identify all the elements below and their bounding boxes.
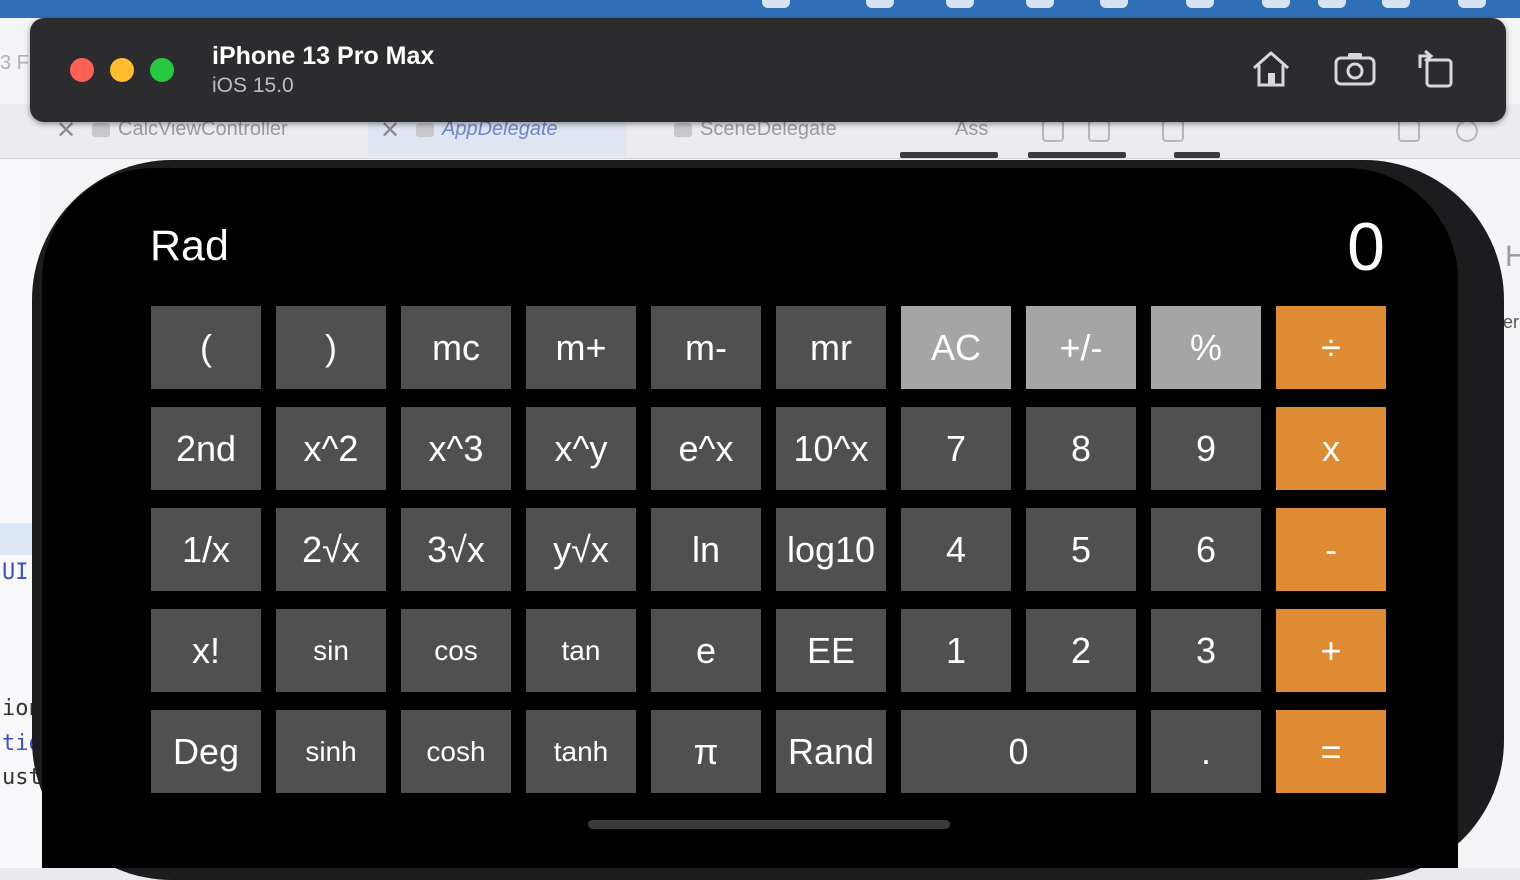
swift-file-icon [416,122,434,137]
os-version: iOS 15.0 [212,74,294,97]
menu-extra-icon[interactable] [1026,0,1054,8]
window-zoom-button[interactable] [150,58,174,82]
key-memory-recall[interactable]: mr [776,306,886,389]
key-cosh[interactable]: cosh [401,710,511,793]
xcode-partial-tab: 3 F [0,52,29,74]
key-digit-2[interactable]: 2 [1026,609,1136,692]
file-inspector-icon[interactable] [1398,120,1420,142]
key-natural-log[interactable]: ln [651,508,761,591]
calculator-display: 0 [1347,209,1385,285]
inspector-fragment: er [1503,312,1520,332]
menu-extra-icon[interactable] [1262,0,1290,8]
key-nth-root[interactable]: y√x [526,508,636,591]
menu-extra-icon[interactable] [762,0,790,8]
add-editor-icon[interactable] [1162,120,1184,142]
key-all-clear[interactable]: AC [901,306,1011,389]
key-degrees[interactable]: Deg [151,710,261,793]
key-square-root[interactable]: 2√x [276,508,386,591]
key-divide[interactable]: ÷ [1276,306,1386,389]
home-indicator[interactable] [588,820,950,829]
macos-menu-bar [0,0,1520,18]
key-reciprocal[interactable]: 1/x [151,508,261,591]
key-sinh[interactable]: sinh [276,710,386,793]
key-digit-9[interactable]: 9 [1151,407,1261,490]
window-close-button[interactable] [70,58,94,82]
key-memory-add[interactable]: m+ [526,306,636,389]
toolbar-strip [1028,152,1126,158]
window-minimize-button[interactable] [110,58,134,82]
swap-icon[interactable] [1042,120,1064,142]
menu-extra-icon[interactable] [1100,0,1128,8]
key-factorial[interactable]: x! [151,609,261,692]
key-random[interactable]: Rand [776,710,886,793]
key-sin[interactable]: sin [276,609,386,692]
menu-extra-icon[interactable] [1186,0,1214,8]
key-second[interactable]: 2nd [151,407,261,490]
key-memory-clear[interactable]: mc [401,306,511,389]
key-tan[interactable]: tan [526,609,636,692]
key-digit-6[interactable]: 6 [1151,508,1261,591]
menu-extra-icon[interactable] [1382,0,1410,8]
key-percent[interactable]: % [1151,306,1261,389]
editor-options-icon[interactable] [1088,120,1110,142]
key-exponent-entry[interactable]: EE [776,609,886,692]
key-log10[interactable]: log10 [776,508,886,591]
key-open-paren[interactable]: ( [151,306,261,389]
key-square[interactable]: x^2 [276,407,386,490]
device-name: iPhone 13 Pro Max [212,42,435,70]
key-cube-root[interactable]: 3√x [401,508,511,591]
key-digit-4[interactable]: 4 [901,508,1011,591]
key-power[interactable]: x^y [526,407,636,490]
key-memory-subtract[interactable]: m- [651,306,761,389]
key-subtract[interactable]: - [1276,508,1386,591]
key-tanh[interactable]: tanh [526,710,636,793]
swift-file-icon [92,122,110,137]
menu-extra-icon[interactable] [866,0,894,8]
toolbar-strip [1174,152,1220,158]
code-fragment: UI [2,560,29,585]
key-cube[interactable]: x^3 [401,407,511,490]
key-toggle-sign[interactable]: +/- [1026,306,1136,389]
key-pi[interactable]: π [651,710,761,793]
key-cos[interactable]: cos [401,609,511,692]
key-euler[interactable]: e [651,609,761,692]
key-digit-3[interactable]: 3 [1151,609,1261,692]
key-decimal[interactable]: . [1151,710,1261,793]
key-digit-7[interactable]: 7 [901,407,1011,490]
inspector-fragment: H [1505,240,1520,273]
key-multiply[interactable]: x [1276,407,1386,490]
menu-extra-icon[interactable] [1458,0,1486,8]
key-equals[interactable]: = [1276,710,1386,793]
key-ten-power[interactable]: 10^x [776,407,886,490]
key-digit-8[interactable]: 8 [1026,407,1136,490]
key-close-paren[interactable]: ) [276,306,386,389]
key-exp[interactable]: e^x [651,407,761,490]
menu-extra-icon[interactable] [946,0,974,8]
key-digit-0[interactable]: 0 [901,710,1136,793]
rotate-icon[interactable] [1414,48,1456,90]
swift-file-icon [674,122,692,137]
angle-mode-label: Rad [150,222,229,270]
home-icon[interactable] [1250,48,1292,90]
history-icon[interactable] [1456,120,1478,142]
screenshot-icon[interactable] [1333,48,1376,90]
key-digit-1[interactable]: 1 [901,609,1011,692]
key-digit-5[interactable]: 5 [1026,508,1136,591]
toolbar-strip [900,152,998,158]
key-add[interactable]: + [1276,609,1386,692]
menu-extra-icon[interactable] [1318,0,1346,8]
